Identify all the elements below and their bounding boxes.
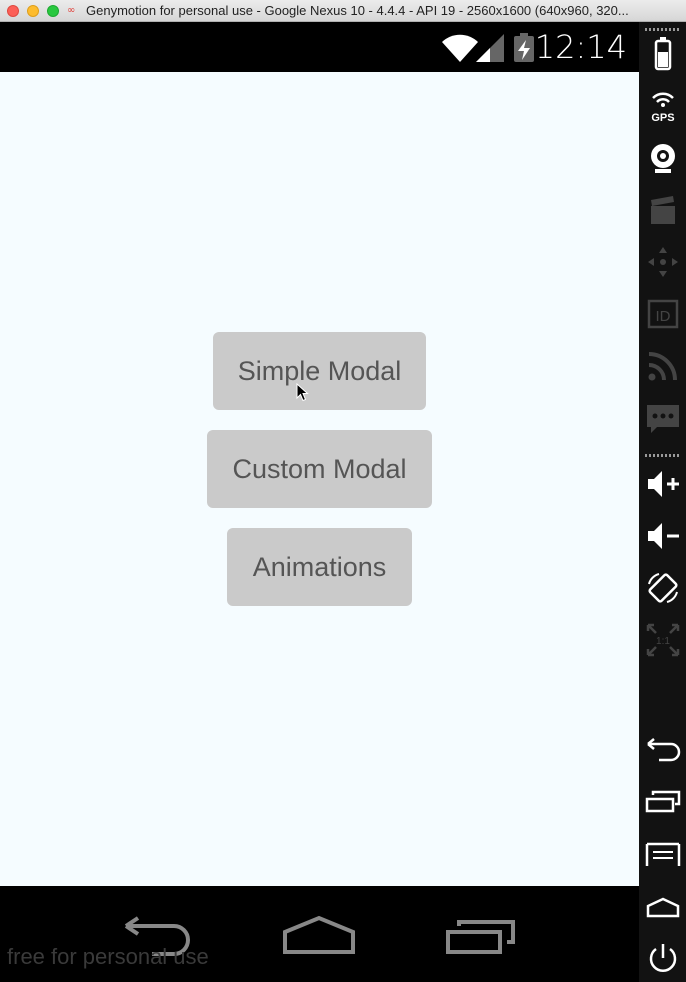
- sidebar-back-icon[interactable]: [645, 732, 681, 768]
- battery-charging-icon: [514, 33, 534, 62]
- wifi-icon: [442, 34, 478, 62]
- custom-modal-button[interactable]: Custom Modal: [207, 430, 432, 508]
- sidebar-menu-icon[interactable]: [645, 836, 681, 872]
- battery-icon[interactable]: [645, 36, 681, 72]
- gps-icon[interactable]: GPS: [645, 88, 681, 124]
- genymotion-logo-icon: ∞: [67, 5, 76, 16]
- dpad-icon[interactable]: [645, 244, 681, 280]
- id-icon[interactable]: ID: [645, 296, 681, 332]
- mouse-cursor-icon: [296, 383, 309, 402]
- sidebar-home-icon[interactable]: [645, 888, 681, 924]
- nav-recents-icon[interactable]: [445, 918, 517, 956]
- signal-icon: [476, 34, 504, 62]
- sidebar-separator: [645, 454, 679, 457]
- id-label: ID: [656, 308, 671, 325]
- volume-down-icon[interactable]: [645, 518, 681, 554]
- gps-label: GPS: [651, 112, 674, 124]
- sidebar-recents-icon[interactable]: [645, 784, 681, 820]
- pixel-perfect-label: 1:1: [656, 636, 670, 647]
- android-status-bar: 12:14: [0, 22, 639, 72]
- window-titlebar: ∞ Genymotion for personal use - Google N…: [0, 0, 686, 22]
- nav-home-icon[interactable]: [282, 914, 356, 956]
- power-icon[interactable]: [645, 940, 681, 976]
- genymotion-sidebar: GPS ID 1:1: [639, 22, 686, 982]
- capture-icon[interactable]: [645, 192, 681, 228]
- zoom-window-button[interactable]: [47, 5, 59, 17]
- pixel-perfect-icon[interactable]: 1:1: [645, 622, 681, 658]
- close-window-button[interactable]: [7, 5, 19, 17]
- android-nav-bar: free for personal use: [0, 886, 639, 982]
- window-title: Genymotion for personal use - Google Nex…: [86, 3, 629, 18]
- volume-up-icon[interactable]: [645, 466, 681, 502]
- rss-icon[interactable]: [645, 348, 681, 384]
- personal-use-watermark: free for personal use: [7, 944, 209, 969]
- rotate-icon[interactable]: [645, 570, 681, 606]
- sidebar-separator: [645, 28, 679, 31]
- animations-button[interactable]: Animations: [227, 528, 412, 606]
- minimize-window-button[interactable]: [27, 5, 39, 17]
- app-screen: Simple Modal Custom Modal Animations: [0, 72, 639, 886]
- status-clock: 12:14: [534, 28, 627, 66]
- sms-icon[interactable]: [645, 400, 681, 436]
- webcam-icon[interactable]: [645, 140, 681, 176]
- simple-modal-button[interactable]: Simple Modal: [213, 332, 426, 410]
